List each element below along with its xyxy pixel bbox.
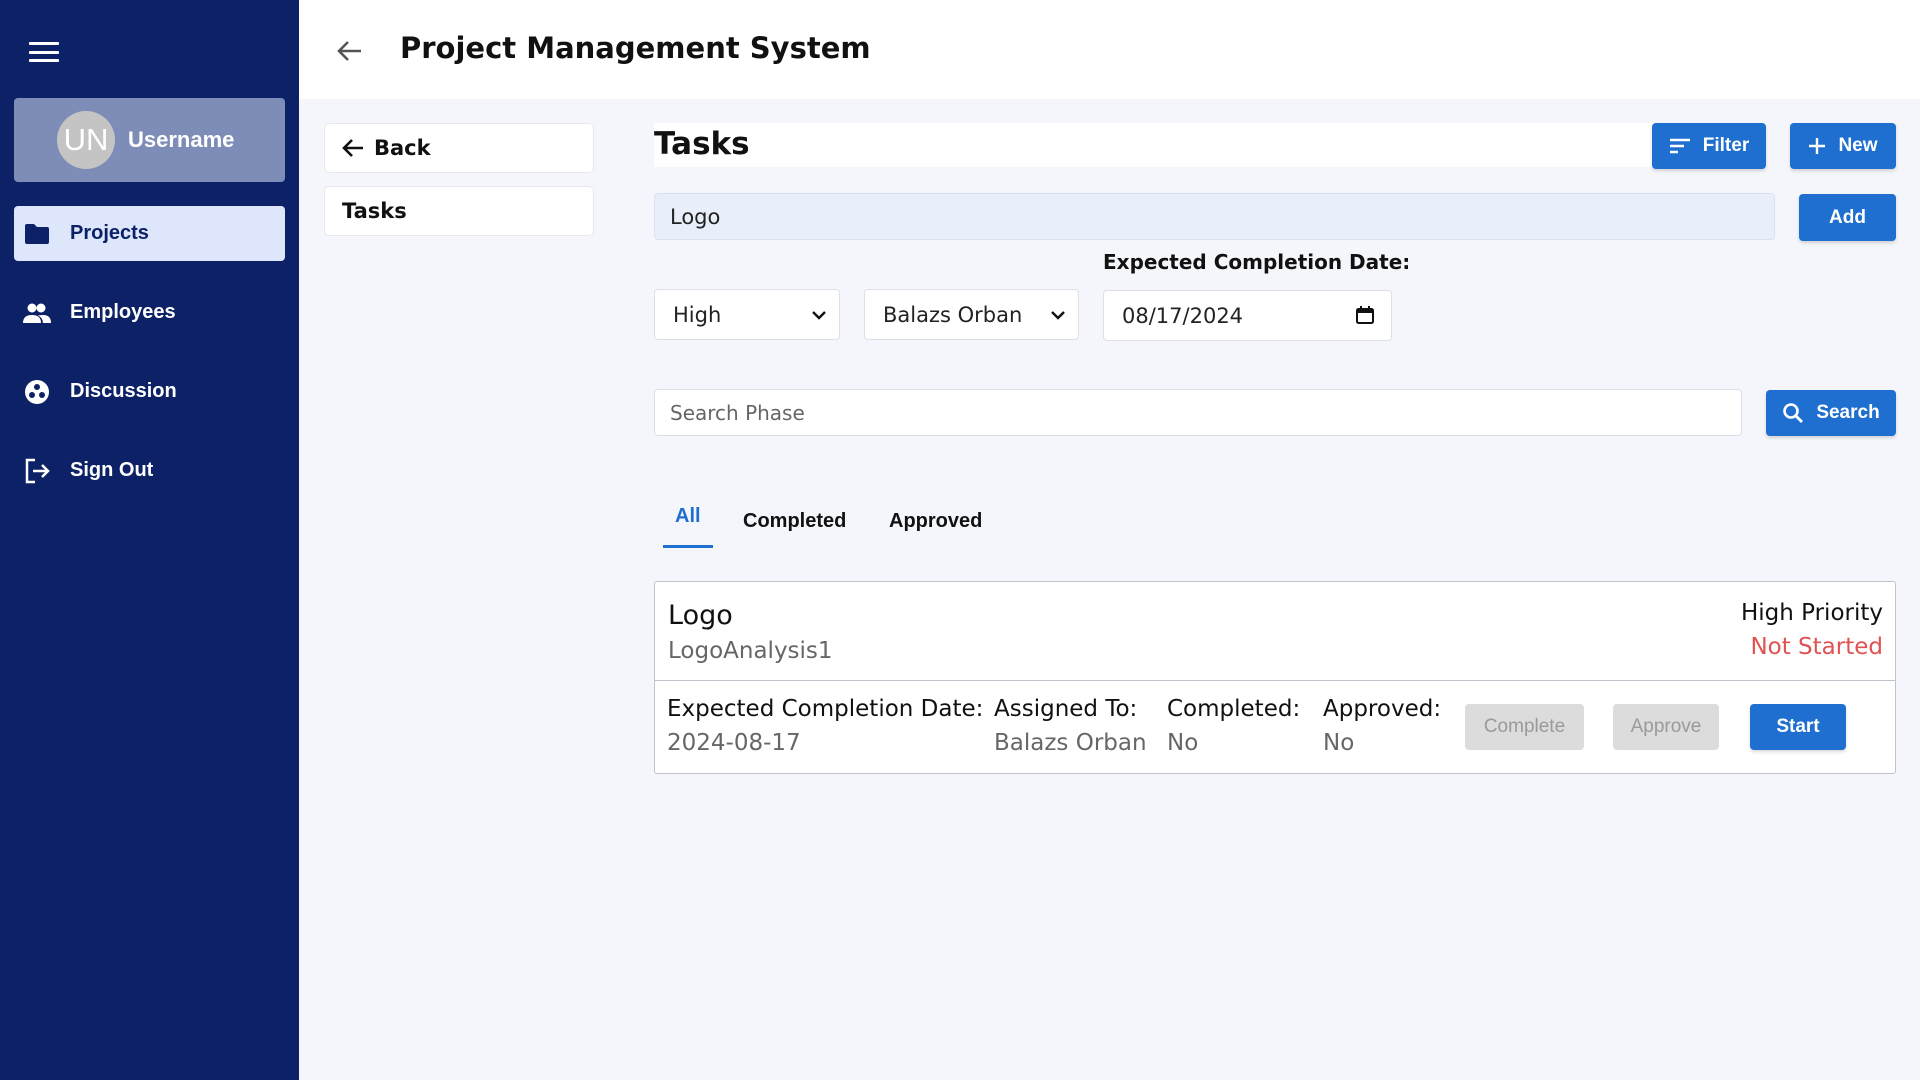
task-card: Logo LogoAnalysis1 High Priority Not Sta…: [654, 581, 1896, 774]
add-label: Add: [1829, 206, 1866, 228]
tab-approved[interactable]: Approved: [889, 510, 982, 533]
task-priority: High Priority: [1740, 600, 1883, 626]
expected-date-value: 2024-08-17: [667, 730, 801, 756]
folder-icon: [22, 219, 52, 249]
assigned-to-value: Balazs Orban: [994, 730, 1147, 756]
active-tab-indicator: [663, 545, 713, 548]
sidebar-item-label: Projects: [70, 222, 149, 244]
assigned-to-label: Assigned To:: [994, 696, 1138, 722]
search-phase-input[interactable]: Search Phase: [654, 389, 1742, 436]
expected-date-label: Expected Completion Date:: [1103, 250, 1411, 274]
page-title: Tasks: [654, 126, 750, 162]
sidebar-item-label: Employees: [70, 301, 176, 323]
sidebar-item-employees[interactable]: Employees: [14, 285, 285, 340]
search-label: Search: [1816, 402, 1880, 423]
tasks-label: Tasks: [342, 199, 407, 223]
search-icon: [1782, 402, 1804, 424]
plus-icon: [1808, 137, 1826, 155]
new-button[interactable]: New: [1790, 123, 1896, 169]
sidebar: UN Username Projects Employees Discussio…: [0, 0, 299, 1080]
completed-label: Completed:: [1167, 696, 1301, 722]
approved-label: Approved:: [1323, 696, 1442, 722]
task-phase: LogoAnalysis1: [668, 638, 833, 664]
people-icon: [22, 298, 52, 328]
tasks-header-bar: [654, 123, 1654, 167]
task-status: Not Started: [1750, 634, 1883, 660]
date-input[interactable]: 08/17/2024: [1103, 290, 1392, 341]
new-label: New: [1838, 135, 1878, 156]
top-bar: Project Management System: [299, 0, 1920, 99]
priority-select[interactable]: High: [654, 289, 840, 340]
sidebar-item-projects[interactable]: Projects: [14, 206, 285, 261]
filter-label: Filter: [1702, 135, 1750, 156]
priority-value: High: [673, 302, 722, 327]
filter-button[interactable]: Filter: [1652, 123, 1766, 169]
task-name: Logo: [668, 600, 733, 631]
back-label: Back: [374, 136, 431, 160]
arrow-left-icon: [342, 138, 364, 158]
complete-button[interactable]: Complete: [1465, 704, 1584, 750]
add-button[interactable]: Add: [1799, 194, 1896, 241]
tab-completed[interactable]: Completed: [743, 510, 846, 533]
completed-value: No: [1167, 730, 1199, 756]
menu-icon[interactable]: [26, 38, 62, 66]
expected-date-label: Expected Completion Date:: [667, 696, 984, 722]
calendar-icon[interactable]: [1355, 305, 1375, 330]
date-value: 08/17/2024: [1122, 303, 1244, 328]
chevron-down-icon: [1050, 305, 1066, 330]
chevron-down-icon: [811, 305, 827, 330]
subnav-tasks[interactable]: Tasks: [324, 186, 594, 236]
assignee-select[interactable]: Balazs Orban: [864, 289, 1079, 340]
sidebar-item-label: Discussion: [70, 380, 177, 402]
back-button[interactable]: Back: [324, 123, 594, 173]
back-arrow-icon[interactable]: [331, 33, 367, 69]
tab-all[interactable]: All: [675, 505, 701, 528]
sign-out-icon: [22, 456, 52, 486]
search-button[interactable]: Search: [1766, 390, 1896, 436]
user-card[interactable]: UN Username: [14, 98, 285, 182]
discussion-icon: [22, 377, 52, 407]
start-button[interactable]: Start: [1750, 704, 1846, 750]
approved-value: No: [1323, 730, 1355, 756]
avatar: UN: [57, 111, 115, 169]
task-card-header: Logo LogoAnalysis1 High Priority Not Sta…: [655, 582, 1895, 681]
sidebar-item-discussion[interactable]: Discussion: [14, 364, 285, 419]
approve-button[interactable]: Approve: [1613, 704, 1719, 750]
sidebar-item-label: Sign Out: [70, 459, 154, 481]
username: Username: [128, 127, 235, 152]
assignee-value: Balazs Orban: [883, 302, 1023, 327]
task-name-input[interactable]: Logo: [654, 193, 1775, 240]
filter-icon: [1669, 138, 1691, 154]
app-title: Project Management System: [400, 31, 871, 65]
sidebar-item-sign-out[interactable]: Sign Out: [14, 443, 285, 498]
